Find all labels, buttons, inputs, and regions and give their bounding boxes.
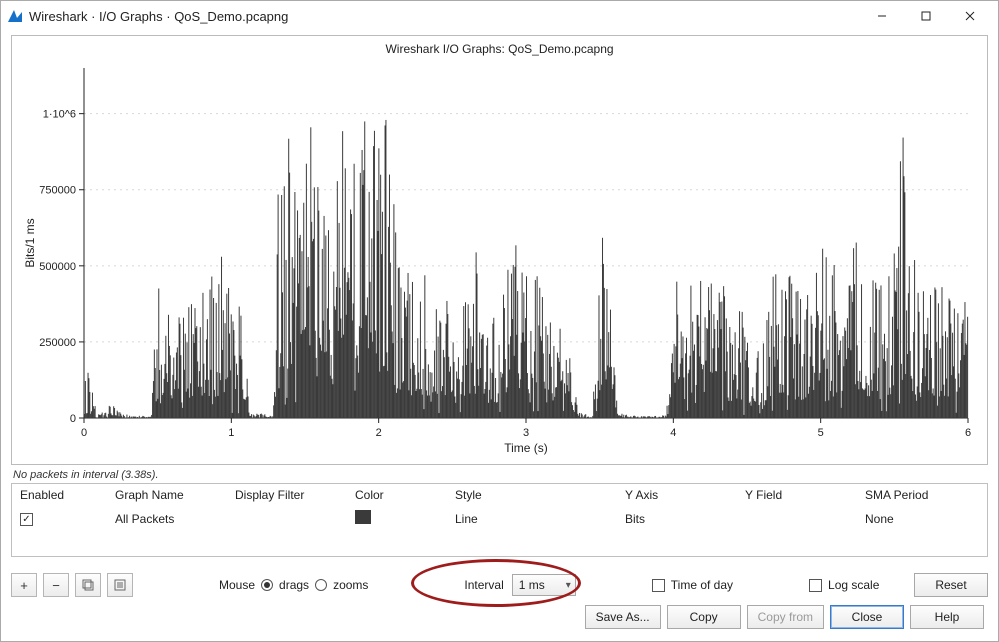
status-text: No packets in interval (3.38s). <box>13 469 988 481</box>
chevron-down-icon: ▾ <box>566 580 571 591</box>
svg-text:Bits/1 ms: Bits/1 ms <box>23 218 37 267</box>
row-graph-name[interactable]: All Packets <box>107 506 227 531</box>
row-enabled-checkbox[interactable]: ✓ <box>20 513 33 526</box>
time-of-day-label[interactable]: Time of day <box>671 578 733 592</box>
titlebar: Wireshark · I/O Graphs · QoS_Demo.pcapng <box>1 1 998 31</box>
svg-text:0: 0 <box>81 427 87 439</box>
wireshark-icon <box>7 8 23 24</box>
row-y-field[interactable] <box>737 506 857 531</box>
row-color-swatch[interactable] <box>355 510 371 524</box>
svg-text:250000: 250000 <box>39 337 76 349</box>
svg-text:5: 5 <box>818 427 824 439</box>
row-style[interactable]: Line <box>447 506 617 531</box>
svg-text:1·10^6: 1·10^6 <box>43 109 76 121</box>
help-button[interactable]: Help <box>910 605 984 629</box>
col-y-axis[interactable]: Y Axis <box>617 484 737 506</box>
col-color[interactable]: Color <box>347 484 447 506</box>
mouse-zooms-label[interactable]: zooms <box>333 578 368 592</box>
remove-graph-button[interactable]: − <box>43 573 69 597</box>
save-as-button[interactable]: Save As... <box>585 605 661 629</box>
row-sma-period[interactable]: None <box>857 506 987 531</box>
chart-title: Wireshark I/O Graphs: QoS_Demo.pcapng <box>20 42 979 56</box>
log-scale-label[interactable]: Log scale <box>828 578 879 592</box>
mouse-drags-radio[interactable] <box>261 579 273 591</box>
col-display-filter[interactable]: Display Filter <box>227 484 347 506</box>
svg-text:2: 2 <box>376 427 382 439</box>
mouse-drags-label[interactable]: drags <box>279 578 309 592</box>
svg-text:6: 6 <box>965 427 971 439</box>
svg-text:0: 0 <box>70 413 76 425</box>
interval-value: 1 ms <box>519 578 545 592</box>
minimize-button[interactable] <box>860 1 904 31</box>
svg-text:Time (s): Time (s) <box>504 441 548 455</box>
add-graph-button[interactable]: + <box>11 573 37 597</box>
table-row[interactable]: ✓ All Packets Line Bits None <box>12 506 987 531</box>
row-y-axis[interactable]: Bits <box>617 506 737 531</box>
window-title: Wireshark · I/O Graphs · QoS_Demo.pcapng <box>29 9 288 24</box>
reset-button[interactable]: Reset <box>914 573 988 597</box>
svg-text:4: 4 <box>670 427 676 439</box>
graph-table[interactable]: Enabled Graph Name Display Filter Color … <box>11 483 988 557</box>
log-scale-checkbox[interactable] <box>809 579 822 592</box>
table-header-row: Enabled Graph Name Display Filter Color … <box>12 484 987 506</box>
svg-text:1: 1 <box>228 427 234 439</box>
copy-from-button[interactable]: Copy from <box>747 605 824 629</box>
copy-button[interactable]: Copy <box>667 605 741 629</box>
col-sma-period[interactable]: SMA Period <box>857 484 987 506</box>
interval-combo[interactable]: 1 ms ▾ <box>512 574 576 596</box>
maximize-button[interactable] <box>904 1 948 31</box>
mouse-zooms-radio[interactable] <box>315 579 327 591</box>
col-graph-name[interactable]: Graph Name <box>107 484 227 506</box>
svg-text:750000: 750000 <box>39 185 76 197</box>
chart-panel: Wireshark I/O Graphs: QoS_Demo.pcapng 0 2… <box>11 35 988 465</box>
row-display-filter[interactable] <box>227 506 347 531</box>
dialog-button-row: Save As... Copy Copy from Close Help <box>11 605 988 629</box>
mouse-label: Mouse <box>219 578 255 592</box>
plot-area[interactable]: 0 250000 500000 750000 1·10^6 0 1 2 3 4 5 6 Time (s)… <box>20 58 980 458</box>
close-dialog-button[interactable]: Close <box>830 605 904 629</box>
col-enabled[interactable]: Enabled <box>12 484 107 506</box>
clear-graphs-button[interactable] <box>107 573 133 597</box>
svg-text:3: 3 <box>523 427 529 439</box>
time-of-day-checkbox[interactable] <box>652 579 665 592</box>
close-button[interactable] <box>948 1 992 31</box>
duplicate-graph-button[interactable] <box>75 573 101 597</box>
svg-text:500000: 500000 <box>39 261 76 273</box>
interval-label: Interval <box>464 578 503 592</box>
col-y-field[interactable]: Y Field <box>737 484 857 506</box>
col-style[interactable]: Style <box>447 484 617 506</box>
